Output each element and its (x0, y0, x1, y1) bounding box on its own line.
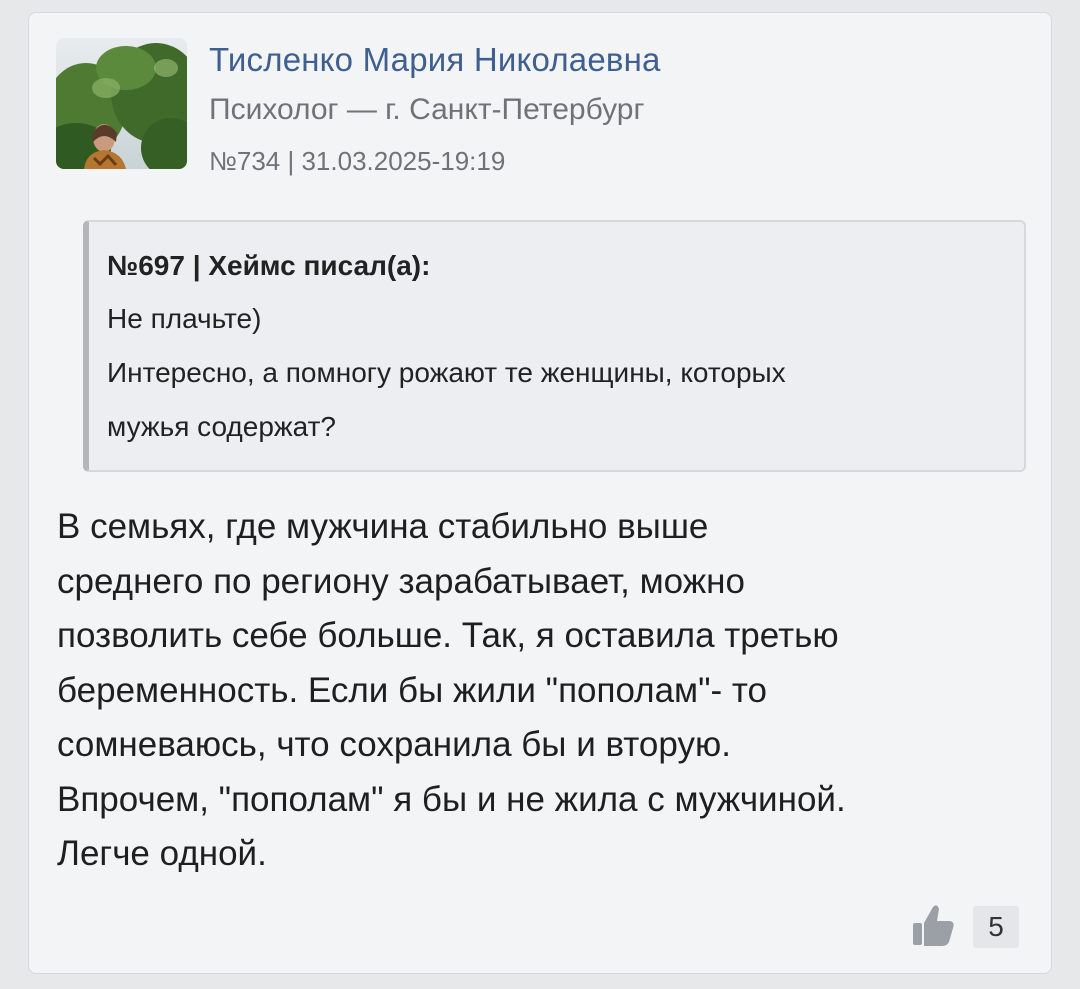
avatar-photo (56, 38, 187, 169)
avatar[interactable] (56, 38, 187, 169)
post-text-line: среднего по региону зарабатывает, можно (57, 561, 745, 601)
post-body: В семьях, где мужчина стабильно выше сре… (57, 500, 1037, 882)
post-text-line: В семьях, где мужчина стабильно выше (57, 507, 709, 546)
author-role: Психолог — г. Санкт-Петербург (209, 93, 645, 126)
quote-line: Не плачьте) (107, 303, 262, 334)
post-card: Тисленко Мария Николаевна Психолог — г. … (28, 12, 1052, 974)
post-text-line: Легче одной. (57, 834, 267, 873)
like-count[interactable]: 5 (973, 906, 1019, 948)
quote-line: Интересно, а помногу рожают те женщины, … (107, 357, 786, 388)
author-name[interactable]: Тисленко Мария Николаевна (209, 41, 661, 79)
post-meta: №734 | 31.03.2025-19:19 (209, 146, 506, 176)
quoted-message: №697 | Хеймс писал(а): Не плачьте) Интер… (83, 220, 1026, 472)
post-text-line: сомневаюсь, что сохранила бы и вторую. (57, 725, 731, 764)
quote-header: №697 | Хеймс писал(а): (107, 250, 431, 281)
thumbs-up-icon[interactable] (909, 901, 957, 949)
post-text-line: позволить себе больше. Так, я оставила т… (57, 616, 839, 655)
post-text-line: Впрочем, "пополам" я бы и не жила с мужч… (57, 779, 846, 819)
post-text-line: беременность. Если бы жили "пополам"- то (57, 670, 767, 710)
quote-line: мужья содержат? (107, 411, 336, 442)
